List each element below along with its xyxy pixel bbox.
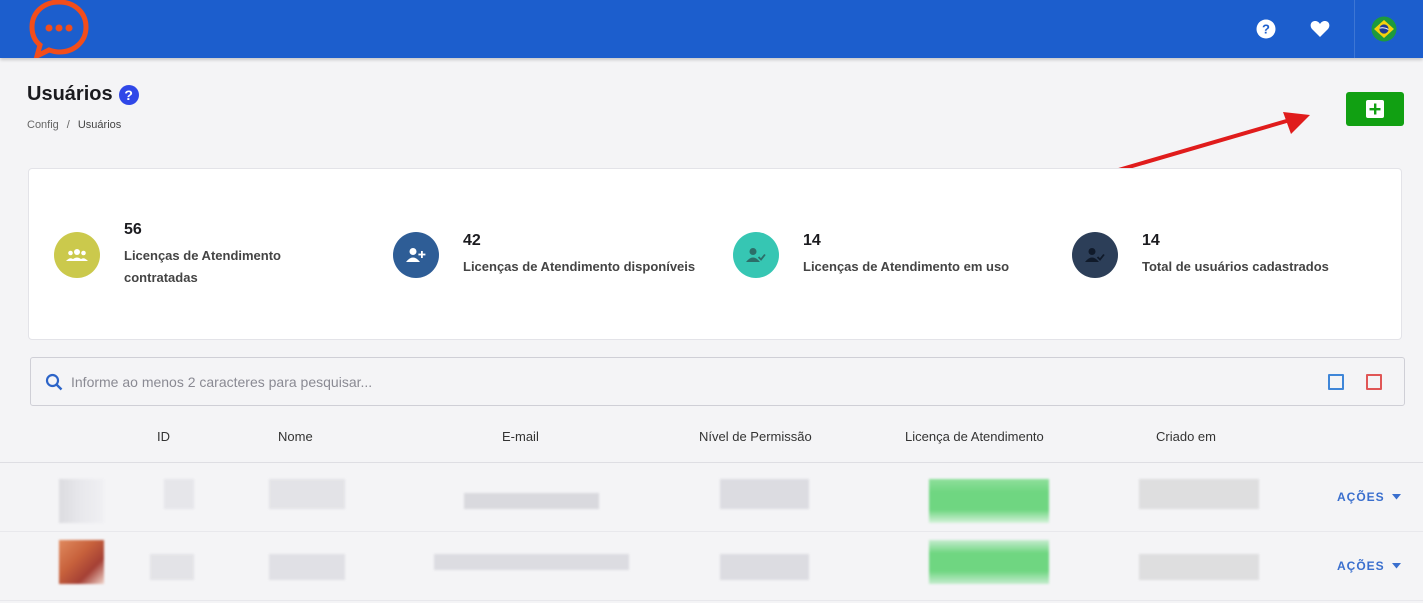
user-check-icon [1072, 232, 1118, 278]
stat-licenses-available: 42 Licenças de Atendimento disponíveis [393, 169, 695, 341]
stat-label: Licenças de Atendimento disponíveis [463, 259, 696, 274]
redacted-id [150, 554, 194, 580]
page-title: Usuários ? [27, 83, 139, 106]
table-row: AÇÕES [0, 532, 1423, 600]
filter-checkbox-red[interactable] [1366, 374, 1382, 390]
redacted-id [164, 479, 194, 509]
add-user-button[interactable] [1346, 92, 1404, 126]
avatar [59, 540, 104, 584]
caret-down-icon [1391, 563, 1401, 569]
plus-square-icon [1366, 100, 1384, 118]
stat-value: 14 [1142, 232, 1160, 249]
license-stats-card: 56 Licenças de Atendimento contratadas 4… [28, 168, 1402, 340]
column-header-permission[interactable]: Nível de Permissão [699, 429, 812, 444]
stat-label: Licenças de Atendimento em uso [803, 259, 1010, 274]
search-input[interactable] [71, 366, 1301, 398]
stat-label: Licenças de Atendimento [124, 248, 281, 263]
svg-text:?: ? [1262, 22, 1270, 37]
chat-bubble-logo-icon[interactable] [29, 0, 89, 61]
redacted-name [269, 554, 345, 580]
search-icon [45, 373, 63, 396]
actions-dropdown[interactable]: AÇÕES [1337, 490, 1401, 504]
stat-licenses-contracted: 56 Licenças de Atendimento contratadas [54, 169, 281, 341]
caret-down-icon [1391, 494, 1401, 500]
redacted-email [434, 554, 629, 570]
column-header-email[interactable]: E-mail [502, 429, 539, 444]
license-badge [929, 479, 1049, 523]
column-header-license[interactable]: Licença de Atendimento [905, 429, 1044, 444]
redacted-created-date [1139, 479, 1259, 509]
stat-total-users: 14 Total de usuários cadastrados [1072, 169, 1329, 341]
user-check-icon [733, 232, 779, 278]
stat-value: 56 [124, 221, 142, 238]
question-icon[interactable]: ? [118, 84, 139, 105]
stat-value: 14 [803, 232, 821, 249]
redacted-permission [720, 554, 809, 580]
user-add-icon [393, 232, 439, 278]
group-icon [54, 232, 100, 278]
help-icon[interactable]: ? [1253, 16, 1279, 42]
breadcrumb: Config / Usuários [27, 119, 121, 131]
top-bar-divider [1354, 0, 1355, 58]
redacted-permission [720, 479, 809, 509]
top-bar: ? [0, 0, 1423, 61]
filter-checkbox-blue[interactable] [1328, 374, 1344, 390]
actions-label: AÇÕES [1337, 559, 1385, 573]
actions-dropdown[interactable]: AÇÕES [1337, 559, 1401, 573]
license-badge [929, 540, 1049, 584]
stat-value: 42 [463, 232, 481, 249]
heart-icon[interactable] [1307, 16, 1333, 42]
row-divider [0, 600, 1423, 601]
page-title-text: Usuários [27, 83, 113, 105]
table-row: AÇÕES [0, 463, 1423, 531]
search-bar [30, 357, 1405, 406]
actions-label: AÇÕES [1337, 490, 1385, 504]
breadcrumb-config[interactable]: Config [27, 119, 59, 131]
column-header-created[interactable]: Criado em [1156, 429, 1216, 444]
stat-label-line2: contratadas [124, 270, 198, 285]
redacted-created-date [1139, 554, 1259, 580]
redacted-name [269, 479, 345, 509]
column-header-name[interactable]: Nome [278, 429, 313, 444]
breadcrumb-separator: / [66, 119, 70, 131]
breadcrumb-current: Usuários [77, 119, 122, 131]
brazil-flag-icon[interactable] [1371, 16, 1397, 42]
avatar [59, 479, 104, 523]
redacted-email [464, 493, 599, 509]
stat-label: Total de usuários cadastrados [1142, 259, 1329, 274]
column-header-id[interactable]: ID [157, 429, 170, 444]
stat-licenses-in-use: 14 Licenças de Atendimento em uso [733, 169, 1009, 341]
